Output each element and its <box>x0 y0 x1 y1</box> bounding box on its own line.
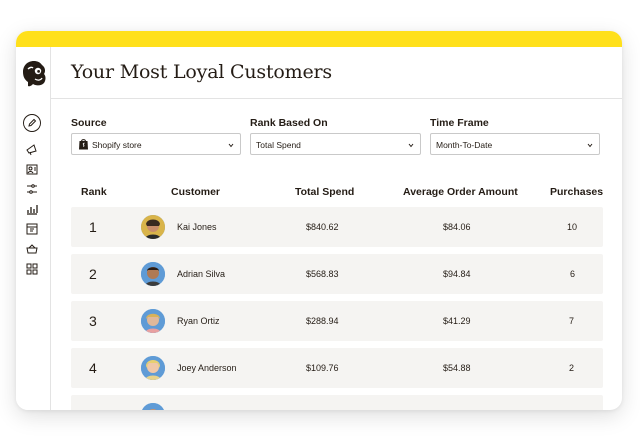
chevron-down-icon <box>228 140 234 150</box>
table-row[interactable]: 1 Kai Jones $840.62 $84.06 10 <box>71 207 603 247</box>
purchases-cell: 7 <box>569 316 575 326</box>
avatar <box>141 215 165 239</box>
purchases-cell: 6 <box>570 269 576 279</box>
table-row[interactable]: 4 Joey Anderson $109.76 $54.88 2 <box>71 348 603 388</box>
total-spend-cell: $840.62 <box>306 222 339 232</box>
time-frame-value: Month-To-Date <box>436 140 493 150</box>
sidebar <box>16 47 51 410</box>
customer-name: Adrian Silva <box>177 269 226 279</box>
top-accent-bar <box>16 31 622 47</box>
main-content: Your Most Loyal Customers Source Shopify… <box>51 47 622 410</box>
column-header-customer: Customer <box>171 186 221 198</box>
total-spend-cell: $288.94 <box>306 316 339 326</box>
mailchimp-logo[interactable] <box>20 59 48 89</box>
purchases-cell: 10 <box>567 222 578 232</box>
rank-cell: 3 <box>89 313 97 329</box>
avatar <box>141 309 165 333</box>
average-order-cell: $84.06 <box>443 222 471 232</box>
create-button[interactable] <box>23 114 41 132</box>
content-icon[interactable] <box>25 242 39 256</box>
avatar <box>141 356 165 380</box>
total-spend-cell: $568.83 <box>306 269 339 279</box>
rank-based-on-filter: Rank Based On Total Spend <box>250 117 421 155</box>
analytics-icon[interactable] <box>25 202 39 216</box>
column-header-purchases: Purchases <box>550 186 604 198</box>
automations-icon[interactable] <box>25 182 39 196</box>
source-filter: Source Shopify store <box>71 117 241 155</box>
average-order-cell: $54.88 <box>443 363 471 373</box>
customer-name: Ryan Ortiz <box>177 316 220 326</box>
avatar <box>141 403 165 410</box>
chevron-down-icon <box>408 140 414 150</box>
integrations-icon[interactable] <box>25 262 39 276</box>
total-spend-cell: $109.76 <box>306 363 339 373</box>
pencil-icon <box>28 118 37 127</box>
customer-name: Joey Anderson <box>177 363 237 373</box>
table-row[interactable]: 2 Adrian Silva $568.83 $94.84 6 <box>71 254 603 294</box>
avatar <box>141 262 165 286</box>
rank-based-on-label: Rank Based On <box>250 117 328 129</box>
header: Your Most Loyal Customers <box>51 47 622 99</box>
time-frame-filter: Time Frame Month-To-Date <box>430 117 600 155</box>
rank-cell: 5 <box>89 395 97 410</box>
customer-name: Kai Jones <box>177 222 217 232</box>
page-title: Your Most Loyal Customers <box>71 61 332 83</box>
column-header-rank: Rank <box>81 186 107 198</box>
average-order-cell: $94.84 <box>443 269 471 279</box>
campaigns-megaphone-icon[interactable] <box>25 142 39 156</box>
time-frame-label: Time Frame <box>430 117 489 129</box>
shopify-bag-icon <box>78 138 89 152</box>
website-icon[interactable] <box>25 222 39 236</box>
app-window: Your Most Loyal Customers Source Shopify… <box>16 31 622 410</box>
audience-icon[interactable] <box>25 162 39 176</box>
chevron-down-icon <box>587 140 593 150</box>
source-value: Shopify store <box>92 140 142 150</box>
source-label: Source <box>71 117 107 129</box>
column-header-total-spend: Total Spend <box>295 186 355 198</box>
purchases-cell: 2 <box>569 363 575 373</box>
rank-cell: 4 <box>89 360 97 376</box>
time-frame-select[interactable]: Month-To-Date <box>430 133 600 155</box>
rank-based-on-value: Total Spend <box>256 140 301 150</box>
rank-cell: 1 <box>89 219 97 235</box>
table-row[interactable]: 3 Ryan Ortiz $288.94 $41.29 7 <box>71 301 603 341</box>
rank-based-on-select[interactable]: Total Spend <box>250 133 421 155</box>
table-row[interactable]: 5 <box>71 395 603 410</box>
rank-cell: 2 <box>89 266 97 282</box>
source-select[interactable]: Shopify store <box>71 133 241 155</box>
average-order-cell: $41.29 <box>443 316 471 326</box>
column-header-average-order-amount: Average Order Amount <box>403 186 518 198</box>
